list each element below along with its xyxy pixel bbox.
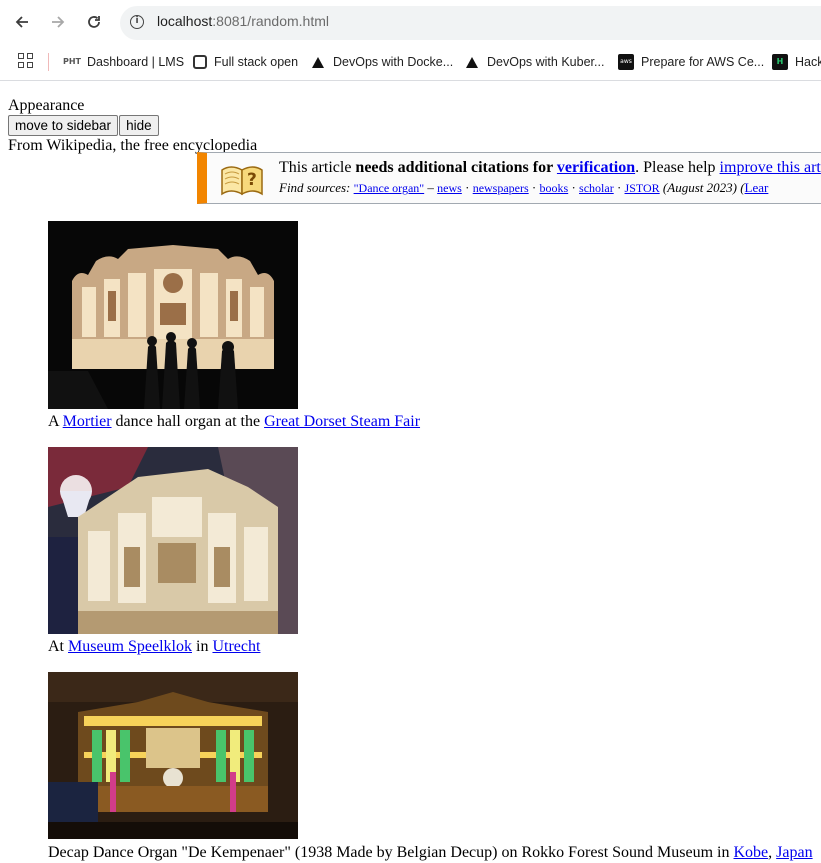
figure-2-image[interactable] [48, 447, 298, 634]
url-text[interactable]: localhost:8081/random.html [157, 13, 329, 29]
caption-text: At [48, 638, 68, 655]
hackerrank-logo-icon: H [772, 54, 788, 70]
bookmark-devops-kubernetes[interactable]: DevOps with Kuber... [466, 51, 604, 73]
dot-separator: · [461, 180, 473, 195]
triangle-logo-icon [312, 56, 324, 68]
kobe-link[interactable]: Kobe [734, 844, 769, 861]
dot-separator: · [528, 180, 540, 195]
decap-organ-photo[interactable] [48, 672, 298, 839]
learn-more-link[interactable]: Lear [745, 180, 769, 195]
scholar-link[interactable]: scholar [579, 181, 614, 195]
bookmarks-divider [48, 53, 49, 71]
browser-toolbar: i localhost:8081/random.html [0, 0, 821, 45]
bookmark-dashboard-lms[interactable]: PHT Dashboard | LMS [63, 51, 184, 73]
url-host: localhost [157, 13, 213, 29]
mortier-organ-photo[interactable] [48, 221, 298, 409]
bookmark-full-stack-open[interactable]: Full stack open [193, 51, 298, 73]
figure-3-image[interactable] [48, 672, 298, 839]
notice-text-2: . Please help [635, 159, 720, 176]
verification-link[interactable]: verification [557, 159, 635, 176]
notice-date: (August 2023) [662, 180, 737, 195]
triangle-logo-icon [466, 56, 478, 68]
find-sources-label: Find sources: [279, 180, 351, 195]
figure-1-image[interactable] [48, 221, 298, 409]
bookmark-label: Dashboard | LMS [87, 55, 185, 69]
hide-button[interactable]: hide [119, 115, 159, 136]
caption-text: dance hall organ at the [111, 413, 265, 430]
bookmark-label: DevOps with Docke... [333, 55, 454, 69]
figure-1-caption: A Mortier dance hall organ at the Great … [48, 413, 420, 431]
museum-speelklok-link[interactable]: Museum Speelklok [68, 638, 192, 655]
dash-separator: – [424, 180, 438, 195]
bookmark-devops-docker[interactable]: DevOps with Docke... [312, 51, 453, 73]
appearance-heading: Appearance [8, 97, 85, 114]
appearance-controls: move to sidebar hide [8, 115, 821, 136]
books-link[interactable]: books [540, 181, 569, 195]
museum-speelklok-organ-photo[interactable] [48, 447, 298, 634]
forward-arrow-icon[interactable] [45, 9, 71, 35]
dot-separator: · [568, 180, 580, 195]
back-arrow-icon[interactable] [9, 9, 35, 35]
figure-2-caption: At Museum Speelklok in Utrecht [48, 638, 260, 656]
citation-notice: ? This article needs additional citation… [197, 152, 821, 204]
svg-text:?: ? [247, 170, 257, 190]
news-link[interactable]: news [437, 181, 462, 195]
mortier-link[interactable]: Mortier [63, 413, 112, 430]
apps-grid-icon[interactable] [18, 53, 33, 68]
caption-text: Decap Dance Organ "De Kempenaer" (1938 M… [48, 844, 734, 861]
bookmark-hackerrank[interactable]: H Hack [772, 51, 821, 73]
newspapers-link[interactable]: newspapers [473, 181, 529, 195]
bookmark-aws[interactable]: aws Prepare for AWS Ce... [618, 51, 764, 73]
figure-3-caption: Decap Dance Organ "De Kempenaer" (1938 M… [48, 844, 813, 862]
bookmark-label: Full stack open [214, 55, 299, 69]
page-content: Appearance move to sidebar hide From Wiki… [8, 81, 821, 155]
improve-article-link[interactable]: improve this art [720, 159, 821, 176]
aws-logo-icon: aws [618, 54, 634, 70]
notice-line-1: This article needs additional citations … [279, 159, 821, 177]
bookmark-label: DevOps with Kuber... [487, 55, 605, 69]
caption-text: in [192, 638, 213, 655]
book-question-icon: ? [221, 166, 263, 196]
square-icon [193, 55, 207, 69]
caption-text: A [48, 413, 63, 430]
notice-line-2: Find sources: "Dance organ" – news · new… [279, 180, 768, 196]
bookmarks-bar: PHT Dashboard | LMS Full stack open DevO… [0, 45, 821, 81]
reload-icon[interactable] [81, 9, 107, 35]
query-link[interactable]: "Dance organ" [354, 181, 425, 195]
pht-logo-icon: PHT [63, 57, 82, 66]
notice-bold-text: needs additional citations for [355, 159, 557, 176]
bookmark-label: Prepare for AWS Ce... [641, 55, 765, 69]
japan-link[interactable]: Japan [776, 844, 812, 861]
url-path: :8081/random.html [212, 13, 329, 29]
move-to-sidebar-button[interactable]: move to sidebar [8, 115, 119, 136]
notice-text: This article [279, 159, 356, 176]
caption-text: , [768, 844, 777, 861]
info-icon[interactable]: i [130, 15, 144, 29]
great-dorset-steam-fair-link[interactable]: Great Dorset Steam Fair [264, 413, 420, 430]
bookmark-label: Hack [795, 55, 821, 69]
utrecht-link[interactable]: Utrecht [212, 638, 260, 655]
jstor-link[interactable]: JSTOR [625, 181, 660, 195]
dot-separator: · [613, 180, 625, 195]
address-bar[interactable]: i localhost:8081/random.html [120, 6, 821, 40]
